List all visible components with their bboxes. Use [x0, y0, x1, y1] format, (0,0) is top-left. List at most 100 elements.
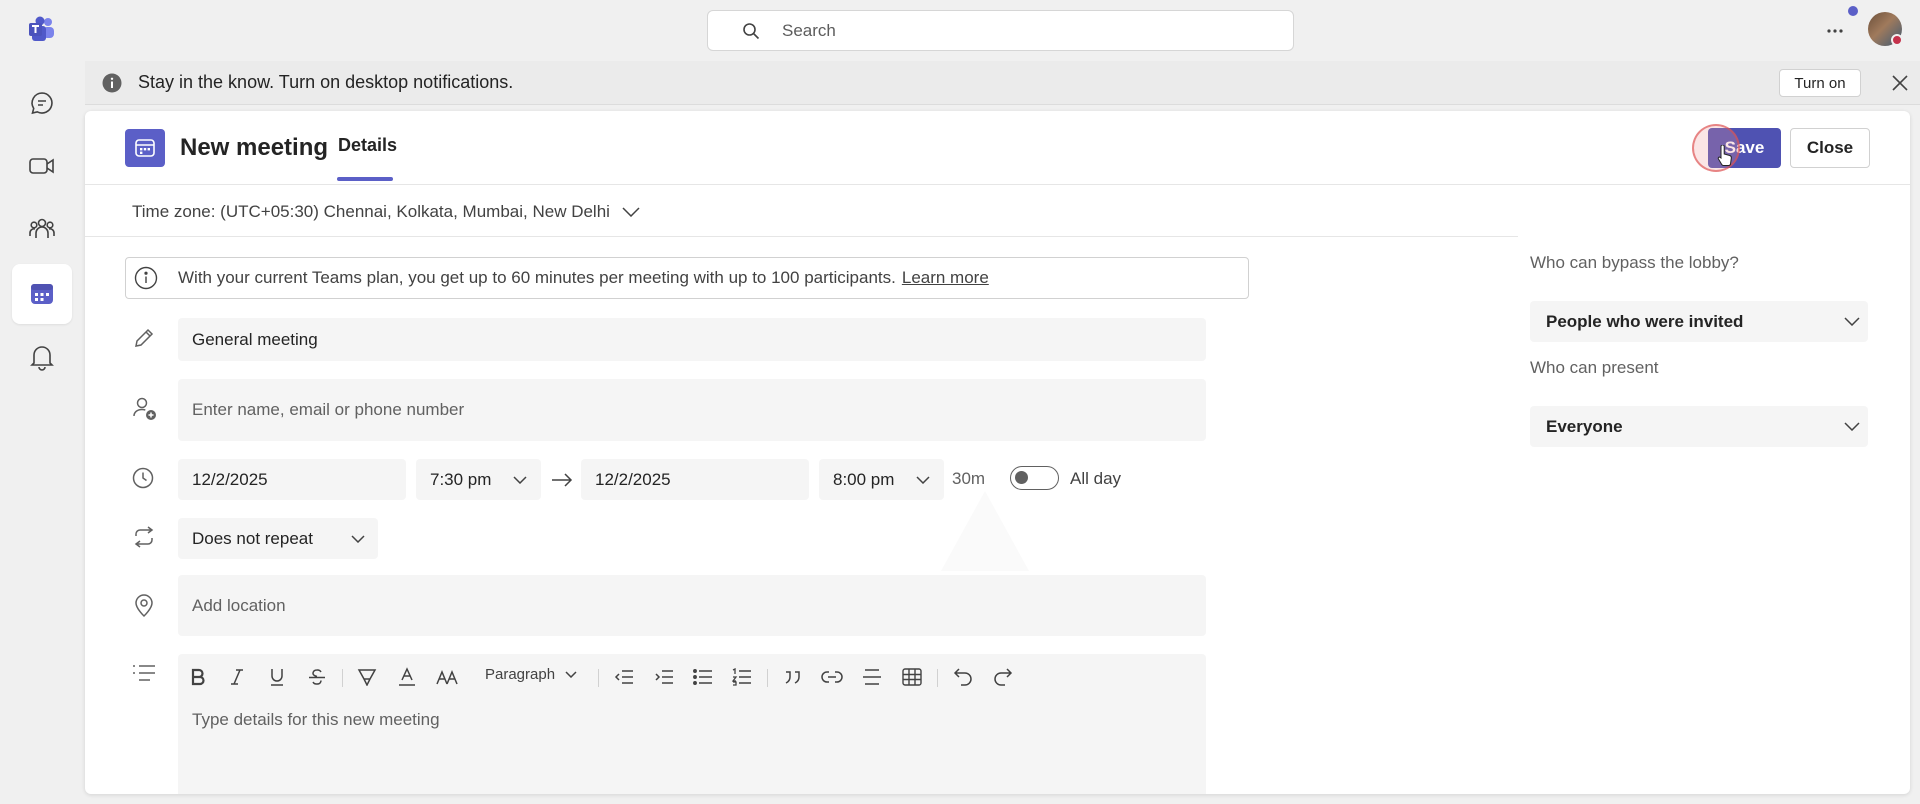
italic-button[interactable] [223, 663, 251, 691]
increase-indent-button[interactable] [650, 663, 678, 691]
new-meeting-card: New meeting Details Save Close Time zone… [85, 111, 1910, 794]
rail-calendar[interactable] [12, 264, 72, 324]
location-input[interactable]: Add location [178, 575, 1206, 636]
calendar-icon [31, 284, 53, 304]
who-can-present-label: Who can present [1530, 358, 1659, 377]
decrease-indent-button[interactable] [610, 663, 638, 691]
duration-label: 30m [952, 469, 986, 488]
underline-button[interactable] [263, 663, 291, 691]
more-options-button[interactable] [1822, 18, 1848, 44]
start-date-value: 12/2/2025 [192, 469, 268, 489]
chevron-down-icon [1844, 422, 1860, 431]
close-button[interactable]: Close [1790, 128, 1870, 168]
who-can-present-dropdown[interactable]: Everyone [1530, 406, 1868, 447]
mouse-cursor-icon [1717, 145, 1732, 166]
rail-meet[interactable] [12, 136, 72, 196]
notification-dot [1848, 6, 1858, 16]
end-time-dropdown[interactable]: 8:00 pm [819, 459, 944, 500]
insert-link-button[interactable] [818, 663, 846, 691]
meeting-title-input[interactable]: General meeting [178, 318, 1206, 361]
bold-button[interactable] [184, 663, 212, 691]
end-date-picker[interactable]: 12/2/2025 [581, 459, 809, 500]
chevron-down-icon [1844, 317, 1860, 326]
end-date-value: 12/2/2025 [595, 469, 671, 489]
repeat-dropdown[interactable]: Does not repeat [178, 518, 378, 559]
search-icon [743, 22, 760, 39]
learn-more-link[interactable]: Learn more [902, 268, 989, 288]
bypass-lobby-dropdown[interactable]: People who were invited [1530, 301, 1868, 342]
strikethrough-icon [309, 669, 325, 685]
undo-icon [953, 668, 972, 686]
table-icon [902, 668, 922, 686]
redo-icon [994, 668, 1013, 686]
all-day-toggle[interactable] [1010, 466, 1059, 490]
more-icon [1827, 29, 1843, 33]
underline-icon [271, 669, 283, 686]
bold-icon [191, 668, 205, 686]
video-icon [29, 158, 54, 174]
close-icon[interactable] [1891, 74, 1909, 92]
communities-icon [29, 218, 55, 238]
meeting-title-value: General meeting [192, 329, 318, 349]
tooltip-pointer [941, 491, 1029, 571]
rail-chat[interactable] [12, 73, 72, 133]
chat-icon [31, 92, 53, 115]
font-size-icon [436, 670, 458, 685]
turn-on-button[interactable]: Turn on [1779, 69, 1861, 97]
highlighter-icon [357, 669, 377, 686]
end-time-value: 8:00 pm [833, 469, 895, 489]
banner-message: Stay in the know. Turn on desktop notifi… [138, 72, 514, 92]
plan-notice: With your current Teams plan, you get up… [125, 257, 1249, 299]
header-divider [85, 184, 1910, 185]
toggle-knob [1015, 471, 1028, 484]
chevron-down-icon [622, 207, 640, 217]
bullet-list-button[interactable] [689, 663, 717, 691]
location-icon [135, 594, 153, 618]
paragraph-dropdown[interactable]: Paragraph [485, 666, 577, 683]
attendees-placeholder: Enter name, email or phone number [192, 400, 465, 419]
pencil-icon [135, 328, 154, 347]
insert-table-button[interactable] [898, 663, 926, 691]
add-person-icon [133, 397, 156, 420]
strikethrough-button[interactable] [303, 663, 331, 691]
teams-logo[interactable] [26, 14, 58, 46]
highlight-button[interactable] [353, 663, 381, 691]
timezone-label: Time zone: (UTC+05:30) Chennai, Kolkata,… [132, 202, 610, 221]
rail-activity[interactable] [12, 327, 72, 387]
font-size-button[interactable] [433, 663, 461, 691]
paragraph-label: Paragraph [485, 666, 556, 683]
timezone-selector[interactable]: Time zone: (UTC+05:30) Chennai, Kolkata,… [132, 202, 640, 222]
all-day-label: All day [1070, 469, 1122, 488]
toolbar-divider [598, 669, 599, 687]
search-box[interactable]: Search [707, 10, 1294, 51]
quote-icon [785, 671, 800, 684]
clock-icon [132, 467, 154, 489]
tab-details[interactable]: Details [338, 135, 397, 156]
redo-button[interactable] [989, 663, 1017, 691]
chevron-down-icon [351, 535, 365, 543]
numbered-list-icon [732, 668, 751, 686]
start-date-picker[interactable]: 12/2/2025 [178, 459, 406, 500]
attendees-input[interactable]: Enter name, email or phone number [178, 379, 1206, 441]
details-icon [133, 665, 155, 681]
horizontal-rule-button[interactable] [858, 663, 886, 691]
teams-logo-icon [29, 16, 54, 41]
horizontal-rule-icon [863, 669, 881, 685]
chevron-down-icon [565, 671, 577, 678]
numbered-list-button[interactable] [728, 663, 756, 691]
outdent-icon [614, 670, 633, 684]
toolbar-divider [767, 669, 768, 687]
start-time-dropdown[interactable]: 7:30 pm [416, 459, 541, 500]
who-can-present-value: Everyone [1546, 416, 1623, 436]
tab-details-label: Details [338, 135, 398, 155]
chevron-down-icon [916, 476, 930, 484]
font-color-button[interactable] [393, 663, 421, 691]
plan-notice-text: With your current Teams plan, you get up… [178, 268, 896, 287]
location-placeholder: Add location [192, 595, 286, 615]
arrow-right-icon [552, 473, 573, 487]
undo-button[interactable] [949, 663, 977, 691]
rail-communities[interactable] [12, 199, 72, 259]
info-icon [102, 73, 122, 92]
notification-banner: Stay in the know. Turn on desktop notifi… [85, 61, 1920, 105]
quote-button[interactable] [779, 663, 807, 691]
